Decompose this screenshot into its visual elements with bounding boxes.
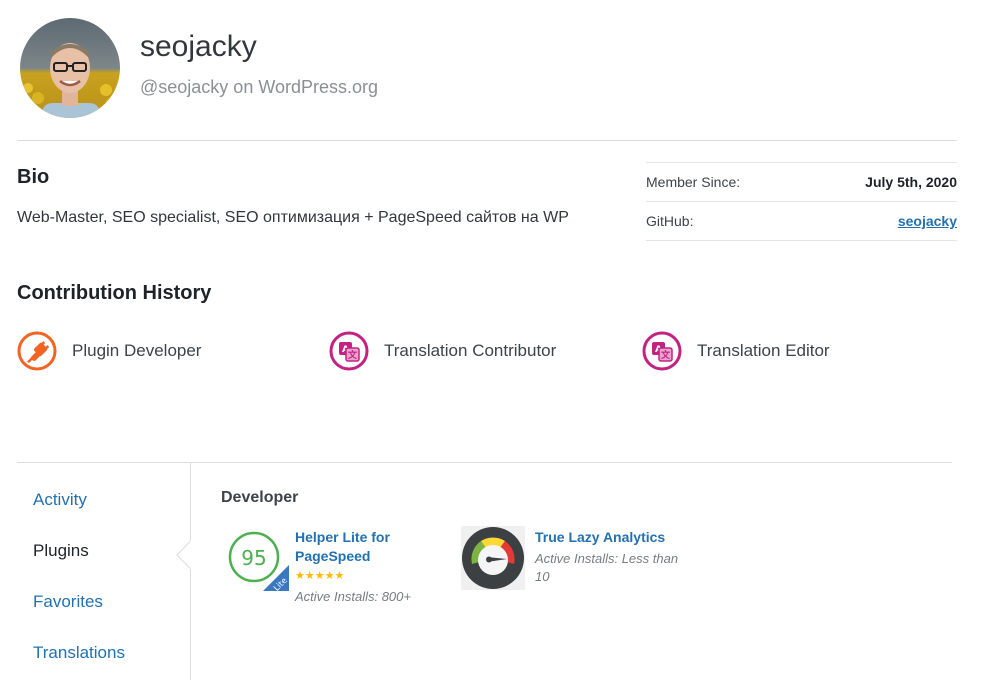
github-row: GitHub: seojacky: [646, 201, 957, 241]
plugin-plug-icon: [17, 331, 57, 371]
profile-handle: @seojacky on WordPress.org: [140, 77, 379, 97]
github-label: GitHub:: [646, 213, 694, 229]
member-since-value: July 5th, 2020: [865, 174, 957, 190]
member-since-label: Member Since:: [646, 174, 741, 190]
plugin-title-helper-lite[interactable]: Helper Lite for PageSpeed: [295, 528, 390, 566]
plugin-rating-stars: ★★★★★: [295, 570, 345, 582]
header-divider: [17, 140, 957, 141]
translation-icon: A 文: [329, 331, 369, 371]
bio-text: Web-Master, SEO specialist, SEO оптимиза…: [17, 209, 569, 226]
svg-text:文: 文: [660, 349, 671, 361]
section-divider: [17, 462, 952, 463]
badge-translation-contributor: A 文 Translation Contributor: [329, 331, 556, 371]
plugin-title-true-lazy-analytics[interactable]: True Lazy Analytics: [535, 528, 665, 547]
translation-icon: A 文: [642, 331, 682, 371]
profile-username: seojacky: [140, 30, 257, 63]
avatar-photo: [20, 18, 120, 118]
developer-heading: Developer: [221, 489, 299, 506]
plugin-installs: Active Installs: Less than 10: [535, 550, 678, 586]
plugin-installs: Active Installs: 800+: [295, 589, 411, 604]
bio-heading: Bio: [17, 166, 50, 188]
plugin-installs-line: 10: [535, 569, 550, 584]
badge-label: Translation Contributor: [384, 341, 557, 360]
active-tab-notch: [176, 541, 192, 569]
badge-label: Translation Editor: [697, 341, 830, 360]
sidebar-item-plugins[interactable]: Plugins: [33, 541, 89, 561]
gauge-icon[interactable]: [461, 526, 525, 590]
sidebar-item-activity[interactable]: Activity: [33, 490, 87, 510]
profile-meta-table: Member Since: July 5th, 2020 GitHub: seo…: [646, 162, 957, 241]
badge-label: Plugin Developer: [72, 341, 202, 360]
plugin-score-text: 95: [241, 546, 266, 570]
badge-translation-editor: A 文 Translation Editor: [642, 331, 830, 371]
plugin-installs-line: Active Installs: Less than: [535, 551, 679, 566]
helper-lite-plugin-icon[interactable]: 95 Lite: [225, 527, 289, 591]
contribution-heading: Contribution History: [17, 282, 212, 304]
sidebar-item-favorites[interactable]: Favorites: [33, 592, 103, 612]
plugin-title-line[interactable]: PageSpeed: [295, 547, 390, 566]
avatar: [20, 18, 120, 118]
plugin-title-line[interactable]: Helper Lite for: [295, 528, 390, 547]
sidebar-divider: [190, 463, 191, 680]
svg-text:文: 文: [347, 349, 358, 361]
sidebar-item-translations[interactable]: Translations: [33, 643, 125, 663]
github-link[interactable]: seojacky: [898, 213, 957, 229]
member-since-row: Member Since: July 5th, 2020: [646, 162, 957, 201]
badge-plugin-developer: Plugin Developer: [17, 331, 201, 371]
